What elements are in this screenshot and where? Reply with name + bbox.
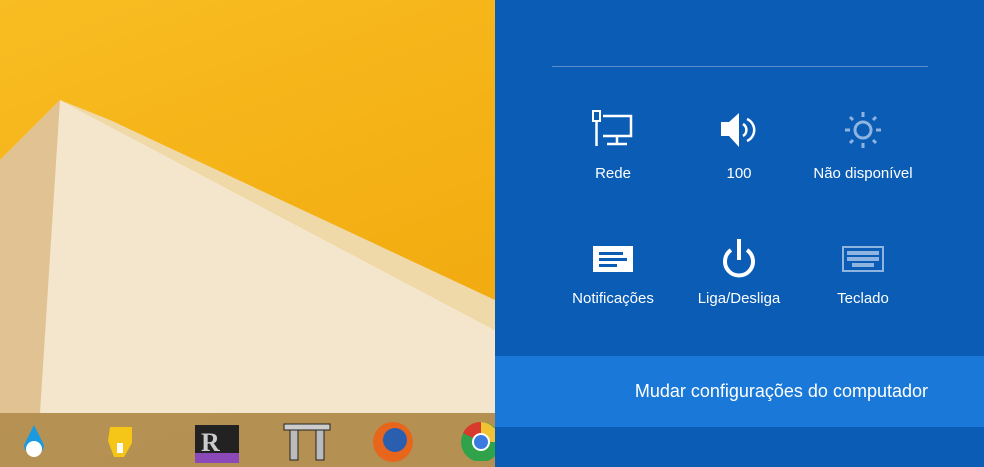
keyboard-icon [842, 246, 884, 272]
tile-label: 100 [726, 165, 752, 182]
tile-label: Teclado [837, 290, 889, 307]
tile-keyboard[interactable]: Teclado [801, 238, 925, 307]
tile-label: Liga/Desliga [697, 290, 781, 307]
tile-volume[interactable]: 100 [677, 110, 801, 182]
tile-label: Não disponível [813, 165, 913, 182]
tile-network[interactable]: Rede [551, 110, 675, 182]
tile-notifications[interactable]: Notificações [551, 238, 675, 307]
network-icon [592, 110, 633, 146]
svg-text:R: R [201, 428, 220, 457]
volume-icon [721, 113, 756, 147]
power-icon [723, 239, 755, 278]
notifications-icon [593, 246, 633, 272]
wallpaper [0, 100, 495, 413]
desktop: R [0, 0, 495, 467]
taskbar-app-chrome[interactable] [460, 421, 495, 461]
taskbar-app-rx[interactable]: R [195, 421, 239, 463]
taskbar-app-v4-blue[interactable] [14, 421, 54, 461]
brightness-icon [845, 112, 881, 148]
divider [552, 66, 928, 67]
tile-power[interactable]: Liga/Desliga [677, 238, 801, 307]
taskbar-app-firefox[interactable] [372, 421, 413, 462]
tile-label: Notificações [572, 290, 654, 307]
settings-panel: Rede 100 Não disponível Notificações Lig… [495, 0, 984, 467]
tile-label: Rede [595, 165, 631, 182]
taskbar-app-v4-yellow[interactable] [102, 421, 142, 461]
change-pc-settings-link[interactable]: Mudar configurações do computador [495, 356, 984, 427]
taskbar: R [0, 413, 495, 467]
tile-brightness[interactable]: Não disponível [801, 110, 925, 182]
taskbar-app-columns[interactable] [282, 421, 332, 461]
